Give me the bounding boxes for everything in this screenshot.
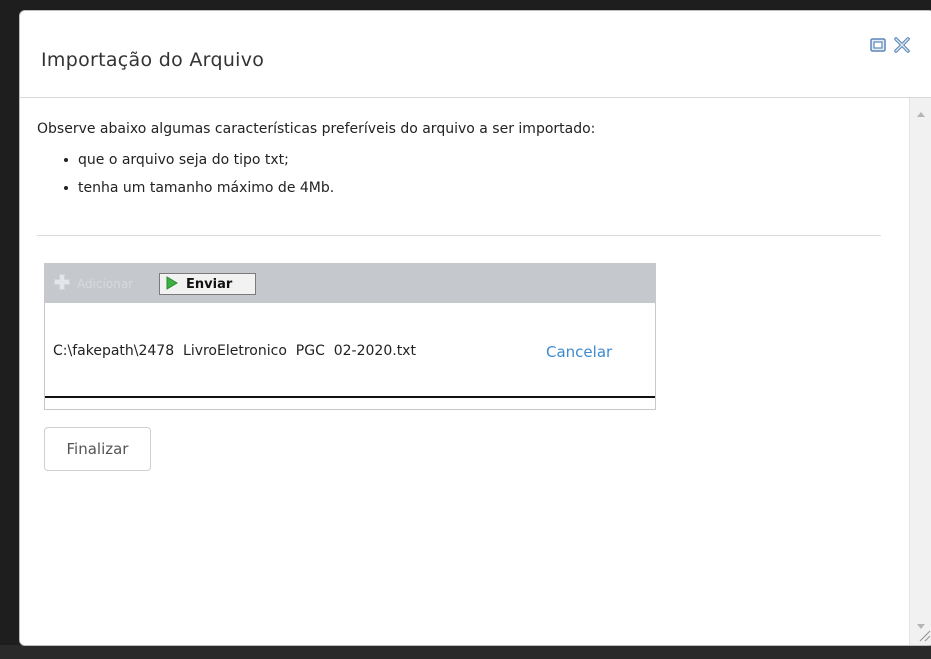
vertical-scrollbar[interactable] <box>909 98 931 645</box>
add-file-button[interactable]: Adicionar <box>53 273 133 295</box>
send-label: Enviar <box>186 276 233 292</box>
dialog-title: Importação do Arquivo <box>41 49 265 71</box>
background-strip <box>0 645 931 659</box>
requirement-item: que o arquivo seja do tipo txt; <box>63 149 334 177</box>
finalize-button[interactable]: Finalizar <box>44 427 151 471</box>
close-icon[interactable] <box>893 36 911 54</box>
restore-window-icon[interactable] <box>869 36 887 54</box>
upload-progress-bar <box>45 396 655 398</box>
intro-text: Observe abaixo algumas características p… <box>37 121 596 137</box>
cancel-upload-link[interactable]: Cancelar <box>546 343 612 361</box>
requirements-list: que o arquivo seja do tipo txt; tenha um… <box>63 149 334 205</box>
resize-grip-icon[interactable] <box>915 626 931 642</box>
requirement-item: tenha um tamanho máximo de 4Mb. <box>63 177 334 205</box>
plus-icon <box>53 273 71 295</box>
divider <box>37 235 881 236</box>
send-button[interactable]: Enviar <box>159 273 256 295</box>
scroll-up-arrow-icon[interactable] <box>917 112 925 117</box>
dialog-content: Observe abaixo algumas características p… <box>20 98 909 645</box>
dialog-titlebar: Importação do Arquivo <box>20 11 931 98</box>
file-row: C:\fakepath\2478 LivroEletronico PGC 02-… <box>45 303 655 396</box>
file-name: C:\fakepath\2478 LivroEletronico PGC 02-… <box>53 343 416 359</box>
import-dialog: Importação do Arquivo Observe abaixo alg… <box>19 10 931 646</box>
add-file-label: Adicionar <box>77 277 134 291</box>
play-icon <box>166 275 178 294</box>
uploader-toolbar: Adicionar Enviar <box>45 264 655 303</box>
file-uploader: Adicionar Enviar C:\fakepath\2478 LivroE… <box>44 263 656 410</box>
